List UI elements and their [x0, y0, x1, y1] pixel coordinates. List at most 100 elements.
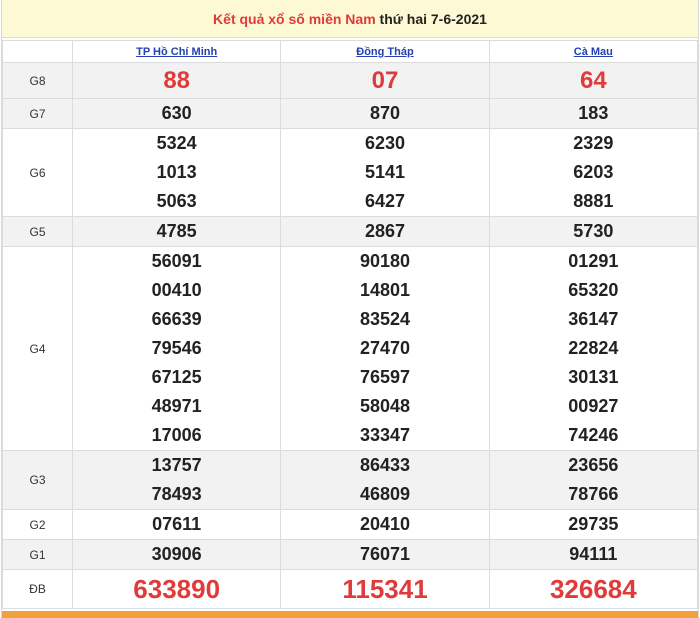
prize-number: 90180 — [359, 251, 411, 271]
prize-cell: 56091 00410 66639 79546 67125 48971 1700… — [71, 246, 282, 451]
province-link-dong-thap[interactable]: Đồng Tháp — [280, 40, 490, 63]
prize-label: G2 — [2, 509, 73, 540]
prize-cell: 88 — [71, 62, 282, 99]
prize-number: 36147 — [568, 309, 619, 329]
province-link-ca-mau[interactable]: Cà Mau — [488, 40, 699, 63]
prize-row-g2: G2 07611 20410 29735 — [2, 509, 699, 540]
prize-number: 14801 — [359, 280, 411, 300]
prize-number: 870 — [369, 103, 401, 123]
prize-cell: 30906 — [71, 539, 282, 570]
prize-label: G7 — [2, 98, 73, 129]
prize-number: 33347 — [359, 425, 411, 445]
prize-number: 65320 — [568, 280, 619, 300]
prize-cell: 633890 — [71, 569, 282, 609]
prize-number: 94111 — [569, 544, 618, 564]
prize-number: 48971 — [151, 396, 202, 416]
province-link-hcm[interactable]: TP Hồ Chí Minh — [71, 40, 282, 63]
prize-cell: 07611 — [71, 509, 282, 540]
prize-number: 23656 — [568, 455, 619, 475]
prize-number: 8881 — [573, 191, 614, 211]
prize-cell: 2867 — [280, 216, 490, 247]
prize-cell: 23656 78766 — [488, 450, 699, 510]
prize-number: 630 — [161, 103, 192, 123]
prize-row-g5: G5 4785 2867 5730 — [2, 216, 699, 247]
results-title-date: thứ hai 7-6-2021 — [375, 11, 487, 27]
prize-number: 78493 — [151, 484, 202, 504]
prize-number: 2329 — [573, 133, 614, 153]
prize-number: 76597 — [359, 367, 411, 387]
prize-number: 01291 — [568, 251, 619, 271]
results-title: Kết quả xổ số miền Nam thứ hai 7-6-2021 — [2, 0, 698, 38]
prize-number: 07 — [371, 67, 399, 94]
prize-label: G8 — [2, 62, 73, 99]
prize-number: 20410 — [359, 514, 411, 534]
prize-number: 67125 — [151, 367, 202, 387]
prize-row-g6: G6 5324 1013 5063 6230 5141 6427 2329 62… — [2, 128, 699, 217]
prize-cell: 94111 — [488, 539, 699, 570]
prize-cell: 115341 — [280, 569, 490, 609]
prize-cell: 01291 65320 36147 22824 30131 00927 7424… — [488, 246, 699, 451]
prize-row-g7: G7 630 870 183 — [2, 98, 699, 129]
prize-number: 22824 — [568, 338, 619, 358]
prize-number: 76071 — [359, 544, 411, 564]
results-title-link[interactable]: Kết quả xổ số miền Nam — [213, 11, 376, 27]
prize-cell: 86433 46809 — [280, 450, 490, 510]
prize-number: 29735 — [568, 514, 619, 534]
prize-row-g1: G1 30906 76071 94111 — [2, 539, 699, 570]
prize-cell: 90180 14801 83524 27470 76597 58048 3334… — [280, 246, 490, 451]
prize-cell: 13757 78493 — [71, 450, 282, 510]
prize-cell: 870 — [280, 98, 490, 129]
prize-row-db: ĐB 633890 115341 326684 — [2, 569, 699, 609]
results-table: TP Hồ Chí Minh Đồng Tháp Cà Mau G8 88 07… — [2, 40, 699, 609]
prize-number: 88 — [163, 67, 191, 94]
prize-cell: 07 — [280, 62, 490, 99]
prize-number: 183 — [578, 103, 609, 123]
prize-number: 74246 — [568, 425, 619, 445]
prize-number: 00410 — [151, 280, 202, 300]
prize-number: 78766 — [568, 484, 619, 504]
prize-number: 5730 — [573, 221, 614, 241]
prize-cell: 64 — [488, 62, 699, 99]
prize-cell: 6230 5141 6427 — [280, 128, 490, 217]
prize-number: 6230 — [364, 133, 406, 153]
prize-cell: 630 — [71, 98, 282, 129]
prize-number: 1013 — [156, 162, 197, 182]
prize-number: 13757 — [151, 455, 202, 475]
prize-number: 58048 — [359, 396, 411, 416]
prize-number: 2867 — [364, 221, 406, 241]
prize-cell: 326684 — [488, 569, 699, 609]
prize-cell: 4785 — [71, 216, 282, 247]
prize-cell: 5730 — [488, 216, 699, 247]
prize-cell: 183 — [488, 98, 699, 129]
prize-number: 83524 — [359, 309, 411, 329]
prize-cell: 2329 6203 8881 — [488, 128, 699, 217]
prize-number: 30906 — [151, 544, 202, 564]
prize-number: 07611 — [152, 514, 202, 534]
prize-cell: 20410 — [280, 509, 490, 540]
prize-number: 30131 — [568, 367, 619, 387]
prize-number: 6427 — [364, 191, 406, 211]
prize-number: 4785 — [156, 221, 197, 241]
prize-number: 56091 — [151, 251, 202, 271]
prize-number: 17006 — [151, 425, 202, 445]
prize-cell: 29735 — [488, 509, 699, 540]
prize-row-g8: G8 88 07 64 — [2, 62, 699, 99]
prize-number: 5324 — [156, 133, 197, 153]
prize-number: 00927 — [568, 396, 619, 416]
prize-label: G1 — [2, 539, 73, 570]
prize-label: G6 — [2, 128, 73, 217]
prize-label: G5 — [2, 216, 73, 247]
prize-row-g3: G3 13757 78493 86433 46809 23656 78766 — [2, 450, 699, 510]
prize-number: 46809 — [359, 484, 411, 504]
jackpot-number: 115341 — [342, 574, 428, 604]
prize-number: 79546 — [151, 338, 202, 358]
prize-label: G3 — [2, 450, 73, 510]
prize-row-g4: G4 56091 00410 66639 79546 67125 48971 1… — [2, 246, 699, 451]
footer-bar — [2, 611, 698, 618]
jackpot-number: 633890 — [133, 574, 221, 604]
prize-number: 64 — [579, 67, 607, 94]
prize-number: 86433 — [359, 455, 411, 475]
prize-number: 5141 — [364, 162, 406, 182]
prize-number: 6203 — [573, 162, 614, 182]
header-blank-cell — [2, 40, 73, 63]
